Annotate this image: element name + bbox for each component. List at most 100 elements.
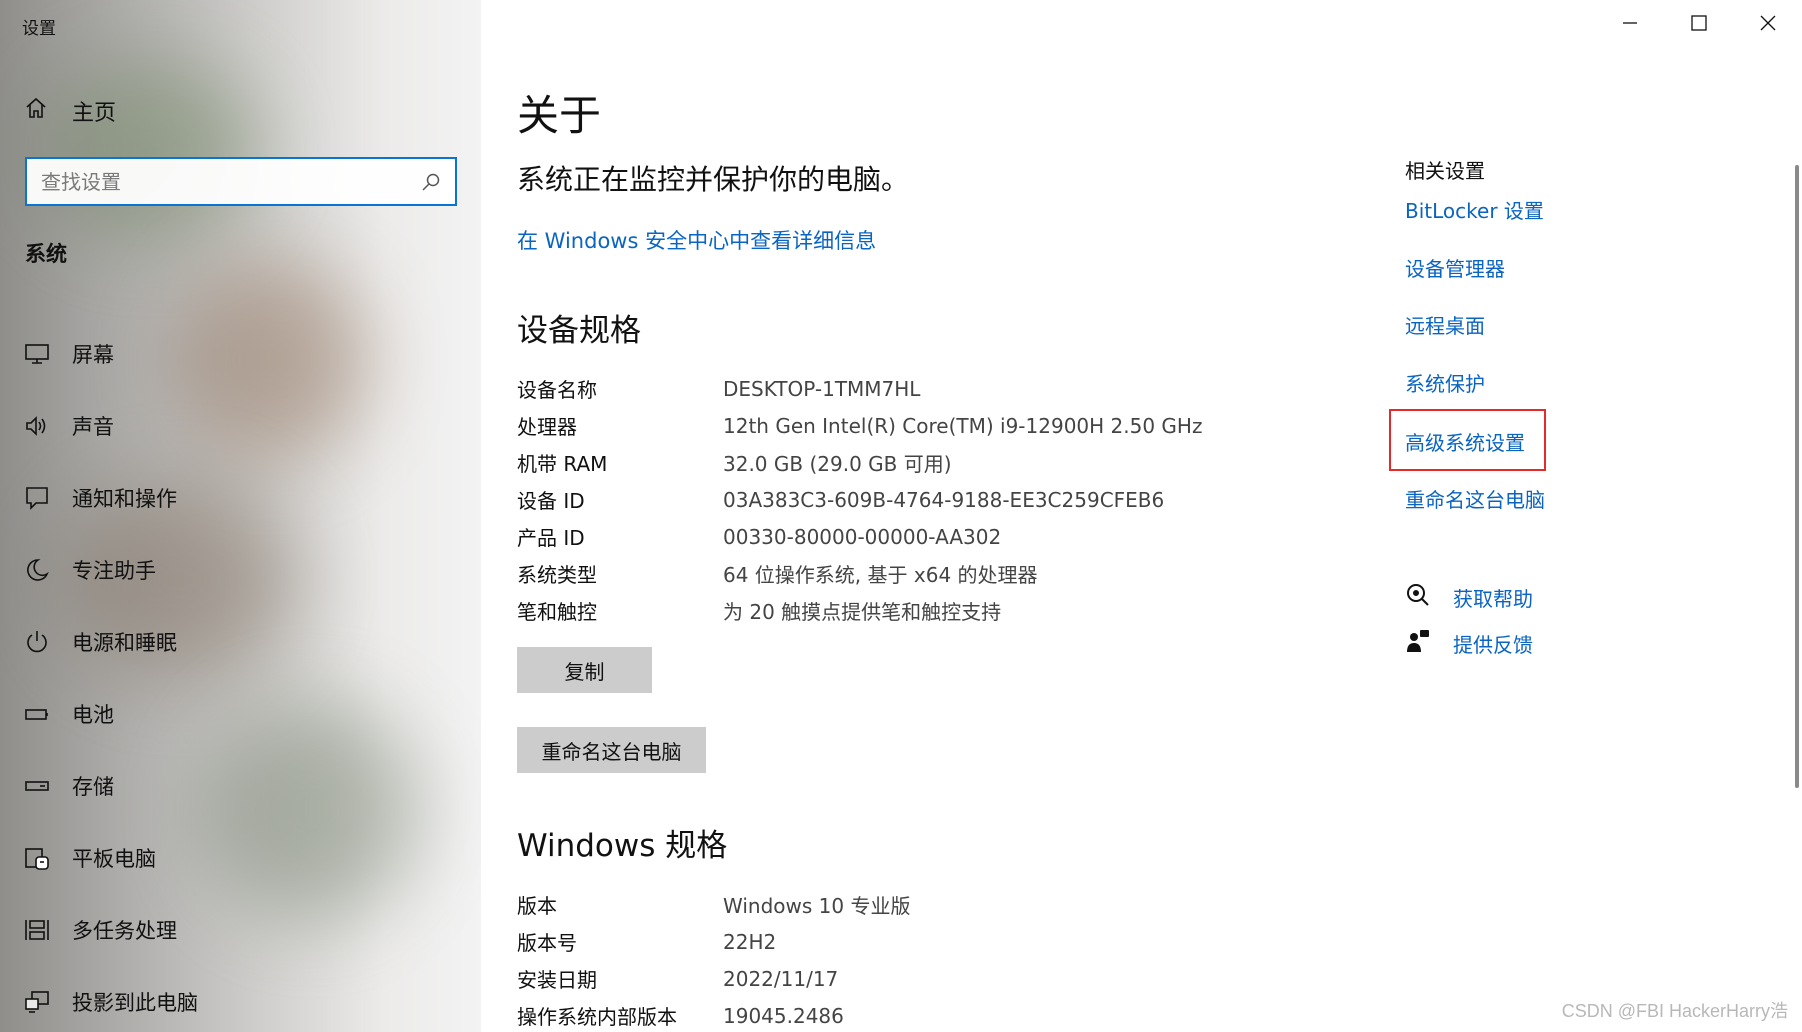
sidebar-item-sound[interactable]: 声音 [0,390,481,462]
spec-row: 产品 ID 00330-80000-00000-AA302 [517,518,1202,555]
spec-row: 处理器 12th Gen Intel(R) Core(TM) i9-12900H … [517,407,1202,444]
spec-value: 03A383C3-609B-4764-9188-EE3C259CFEB6 [723,487,1165,512]
spec-key: 版本 [517,894,557,918]
sidebar-item-label: 专注助手 [72,559,156,583]
help-chat-icon [1405,582,1431,613]
spec-value: DESKTOP-1TMM7HL [723,376,921,401]
spec-row: 版本 Windows 10 专业版 [517,886,910,923]
spec-key: 产品 ID [517,526,585,550]
sidebar-item-power[interactable]: 电源和睡眠 [0,606,481,678]
spec-value: 32.0 GB (29.0 GB 可用) [723,452,952,476]
rename-pc-button[interactable]: 重命名这台电脑 [517,727,706,773]
sidebar-item-project[interactable]: 投影到此电脑 [0,966,481,1032]
search-box[interactable] [25,157,457,206]
bitlocker-settings-link[interactable]: BitLocker 设置 [1405,195,1544,224]
display-icon [24,341,50,367]
maximize-button[interactable] [1664,0,1733,50]
spec-key: 系统类型 [517,563,597,587]
spec-key: 机带 RAM [517,452,608,476]
window-controls [1595,0,1802,50]
device-spec-table: 设备名称 DESKTOP-1TMM7HL 处理器 12th Gen Intel(R)… [517,370,1202,629]
remote-desktop-link[interactable]: 远程桌面 [1405,310,1485,339]
spec-row: 安装日期 2022/11/17 [517,960,910,997]
windows-spec-title: Windows 规格 [517,828,728,864]
minimize-icon [1621,14,1639,36]
copy-button[interactable]: 复制 [517,647,652,693]
spec-row: 机带 RAM 32.0 GB (29.0 GB 可用) [517,444,1202,481]
moon-icon [24,557,50,583]
sidebar-item-label: 存储 [72,775,114,799]
get-help-link[interactable]: 获取帮助 [1405,582,1533,613]
spec-key: 处理器 [517,415,577,439]
sidebar-item-label: 投影到此电脑 [72,991,198,1015]
spec-value: 12th Gen Intel(R) Core(TM) i9-12900H 2.5… [723,413,1203,438]
search-icon[interactable] [421,172,441,192]
spec-row: 系统类型 64 位操作系统, 基于 x64 的处理器 [517,555,1202,592]
spec-key: 笔和触控 [517,600,597,624]
close-icon [1759,14,1777,36]
sidebar-item-notifications[interactable]: 通知和操作 [0,462,481,534]
main-panel: 关于 系统正在监控并保护你的电脑。 在 Windows 安全中心中查看详细信息 … [481,0,1802,1032]
sidebar-item-label: 电源和睡眠 [72,631,177,655]
scrollbar[interactable] [1795,165,1799,788]
spec-row: 设备名称 DESKTOP-1TMM7HL [517,370,1202,407]
spec-key: 安装日期 [517,968,597,992]
minimize-button[interactable] [1595,0,1664,50]
speaker-icon [24,413,50,439]
security-center-link[interactable]: 在 Windows 安全中心中查看详细信息 [517,225,876,255]
highlight-box [1389,409,1546,471]
spec-value: 00330-80000-00000-AA302 [723,524,1002,549]
sidebar-item-multitasking[interactable]: 多任务处理 [0,894,481,966]
storage-icon [24,773,50,799]
sidebar-item-label: 多任务处理 [72,919,177,943]
sidebar-item-label: 平板电脑 [72,847,156,871]
sidebar-item-label: 通知和操作 [72,487,177,511]
spec-key: 版本号 [517,931,577,955]
sidebar-item-label: 屏幕 [72,343,114,367]
spec-row: 笔和触控 为 20 触摸点提供笔和触控支持 [517,592,1202,629]
system-protection-link[interactable]: 系统保护 [1405,368,1485,397]
home-label: 主页 [72,101,117,126]
multitask-icon [24,917,50,943]
spec-value: 为 20 触摸点提供笔和触控支持 [723,600,1002,624]
sidebar-nav: 屏幕 声音 通知和操作 专注助手 电源和睡眠 电池 存储 平板电脑 多任务处理 … [0,318,481,1032]
spec-value: Windows 10 专业版 [723,894,911,918]
sidebar-item-battery[interactable]: 电池 [0,678,481,750]
sidebar-item-tablet[interactable]: 平板电脑 [0,822,481,894]
spec-value: 22H2 [723,929,777,954]
sidebar-item-focus-assist[interactable]: 专注助手 [0,534,481,606]
background-blur [40,60,260,240]
give-feedback-label: 提供反馈 [1453,633,1533,657]
notification-icon [24,485,50,511]
device-spec-title: 设备规格 [517,313,641,349]
battery-icon [24,701,50,727]
search-input[interactable] [41,169,421,194]
spec-row: 版本号 22H2 [517,923,910,960]
rename-pc-link[interactable]: 重命名这台电脑 [1405,484,1545,513]
spec-key: 设备 ID [517,489,585,513]
section-label-system: 系统 [25,242,67,266]
sidebar-item-display[interactable]: 屏幕 [0,318,481,390]
device-manager-link[interactable]: 设备管理器 [1405,253,1505,282]
spec-key: 设备名称 [517,378,597,402]
feedback-icon [1405,628,1431,659]
spec-key: 操作系统内部版本 [517,1005,677,1029]
get-help-label: 获取帮助 [1453,587,1533,611]
sidebar-item-storage[interactable]: 存储 [0,750,481,822]
sidebar-item-label: 电池 [72,703,114,727]
close-button[interactable] [1733,0,1802,50]
window-title: 设置 [22,19,56,39]
give-feedback-link[interactable]: 提供反馈 [1405,628,1533,659]
spec-row: 设备 ID 03A383C3-609B-4764-9188-EE3C259CFEB… [517,481,1202,518]
sidebar-item-label: 声音 [72,415,114,439]
maximize-icon [1690,14,1708,36]
spec-value: 2022/11/17 [723,966,839,991]
windows-spec-table: 版本 Windows 10 专业版 版本号 22H2 安装日期 2022/11/17 … [517,886,910,1032]
spec-value: 19045.2486 [723,1003,844,1028]
spec-row: 操作系统内部版本 19045.2486 [517,997,910,1032]
tablet-icon [24,845,50,871]
project-icon [24,989,50,1015]
sidebar: 设置 主页 系统 屏幕 声音 通知和操作 专注助手 [0,0,481,1032]
home-nav[interactable]: 主页 [24,94,116,128]
home-icon [24,96,48,126]
